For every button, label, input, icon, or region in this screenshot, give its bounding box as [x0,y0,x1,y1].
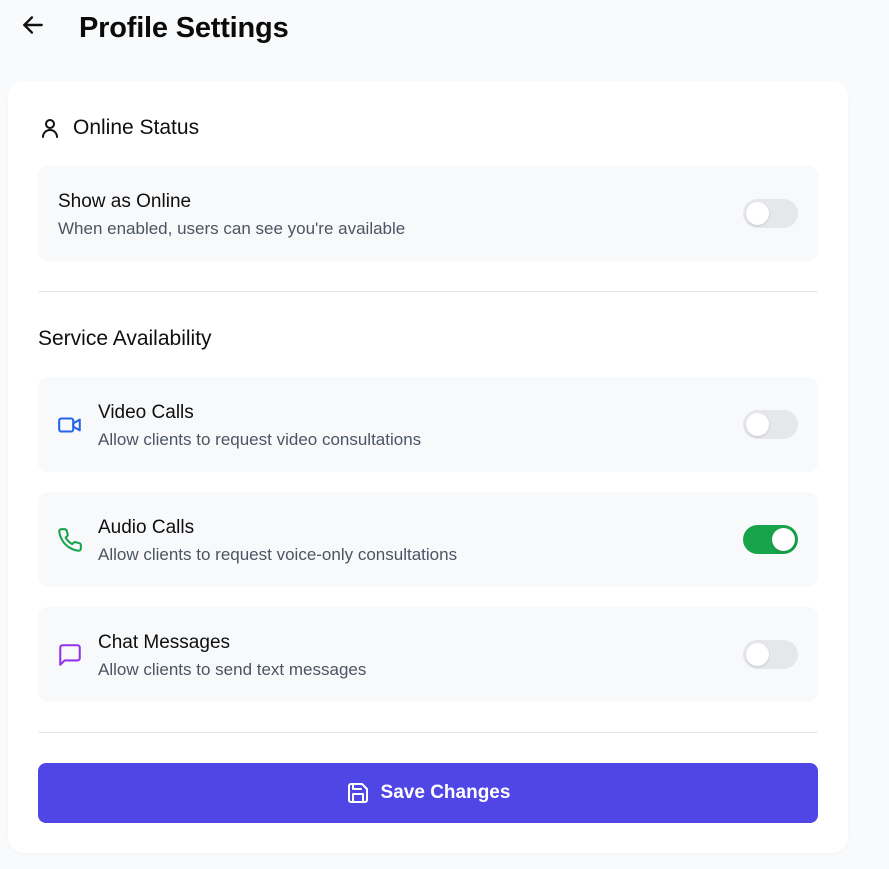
video-camera-icon [57,412,83,438]
phone-icon [57,527,83,553]
show-online-description: When enabled, users can see you're avail… [58,219,406,238]
actions-divider [38,732,818,733]
chat-messages-label: Chat Messages [98,632,231,653]
section-divider [38,291,818,292]
show-online-toggle[interactable] [743,199,798,228]
toggle-knob [746,413,769,436]
audio-calls-label: Audio Calls [98,517,195,538]
audio-calls-toggle[interactable] [743,525,798,554]
service-availability-title: Service Availability [38,327,212,350]
audio-calls-description: Allow clients to request voice-only cons… [98,545,458,564]
save-disk-icon [346,781,370,805]
online-status-heading: Online Status [38,116,199,140]
online-status-title: Online Status [73,116,200,139]
toggle-knob [772,528,795,551]
video-calls-toggle[interactable] [743,410,798,439]
back-button[interactable] [18,10,48,40]
chat-messages-row: Chat Messages Allow clients to send text… [38,607,818,702]
video-calls-description: Allow clients to request video consultat… [98,430,422,449]
video-calls-row: Video Calls Allow clients to request vid… [38,377,818,472]
chat-messages-toggle[interactable] [743,640,798,669]
show-online-row: Show as Online When enabled, users can s… [38,166,818,261]
video-calls-label: Video Calls [98,402,194,423]
user-icon [38,116,62,140]
audio-calls-row: Audio Calls Allow clients to request voi… [38,492,818,587]
toggle-knob [746,643,769,666]
settings-card: Online Status Show as Online When enable… [8,81,848,853]
page-header: Profile Settings [0,0,889,56]
save-changes-button[interactable]: Save Changes [38,763,818,823]
arrow-left-icon [23,16,43,34]
save-changes-label: Save Changes [380,782,511,803]
page-title: Profile Settings [79,12,289,44]
chat-messages-description: Allow clients to send text messages [98,660,367,679]
service-availability-heading: Service Availability [38,327,212,351]
toggle-knob [746,202,769,225]
show-online-label: Show as Online [58,191,192,212]
chat-bubble-icon [57,642,83,668]
